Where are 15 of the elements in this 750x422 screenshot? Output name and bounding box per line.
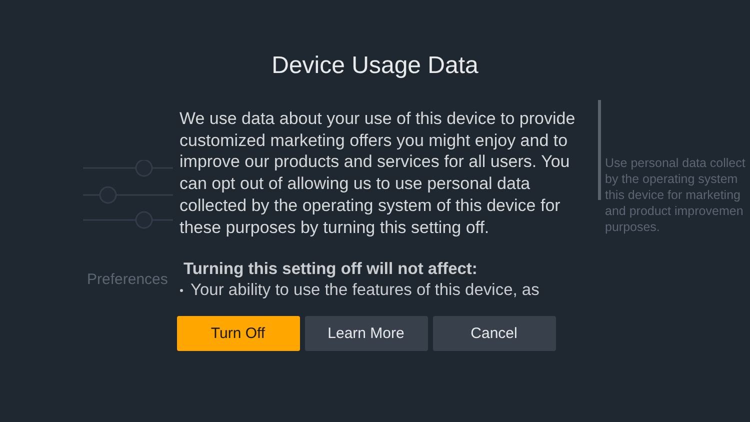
bullet-text: Your ability to use the features of this device, as [190, 281, 540, 300]
scrollbar[interactable] [598, 100, 600, 200]
description-line: by the operating system [605, 171, 739, 187]
dialog-button[interactable]: Learn More [304, 316, 428, 351]
description-line: purposes. [605, 219, 661, 235]
dialog-button[interactable]: Cancel [432, 316, 556, 351]
section-label: Preferences [87, 271, 168, 288]
description-line: and product improvemen [605, 203, 744, 219]
bullet-icon [180, 289, 182, 292]
description-line: Use personal data collect [605, 155, 746, 171]
dialog-button[interactable]: Turn Off [176, 316, 300, 351]
body-text: We use data about your use of this device to provide customized marketing offers you might enjoy and to improve our products and services for all users. You can opt out of allowing us to use personal data collected by the operating system of this device for these purposes by turning this setting off. [180, 108, 576, 238]
subheading: Turning this setting off will not affect: [184, 260, 478, 280]
description-line: this device for marketing [605, 187, 742, 203]
dialog-title: Device Usage Data [272, 52, 478, 81]
